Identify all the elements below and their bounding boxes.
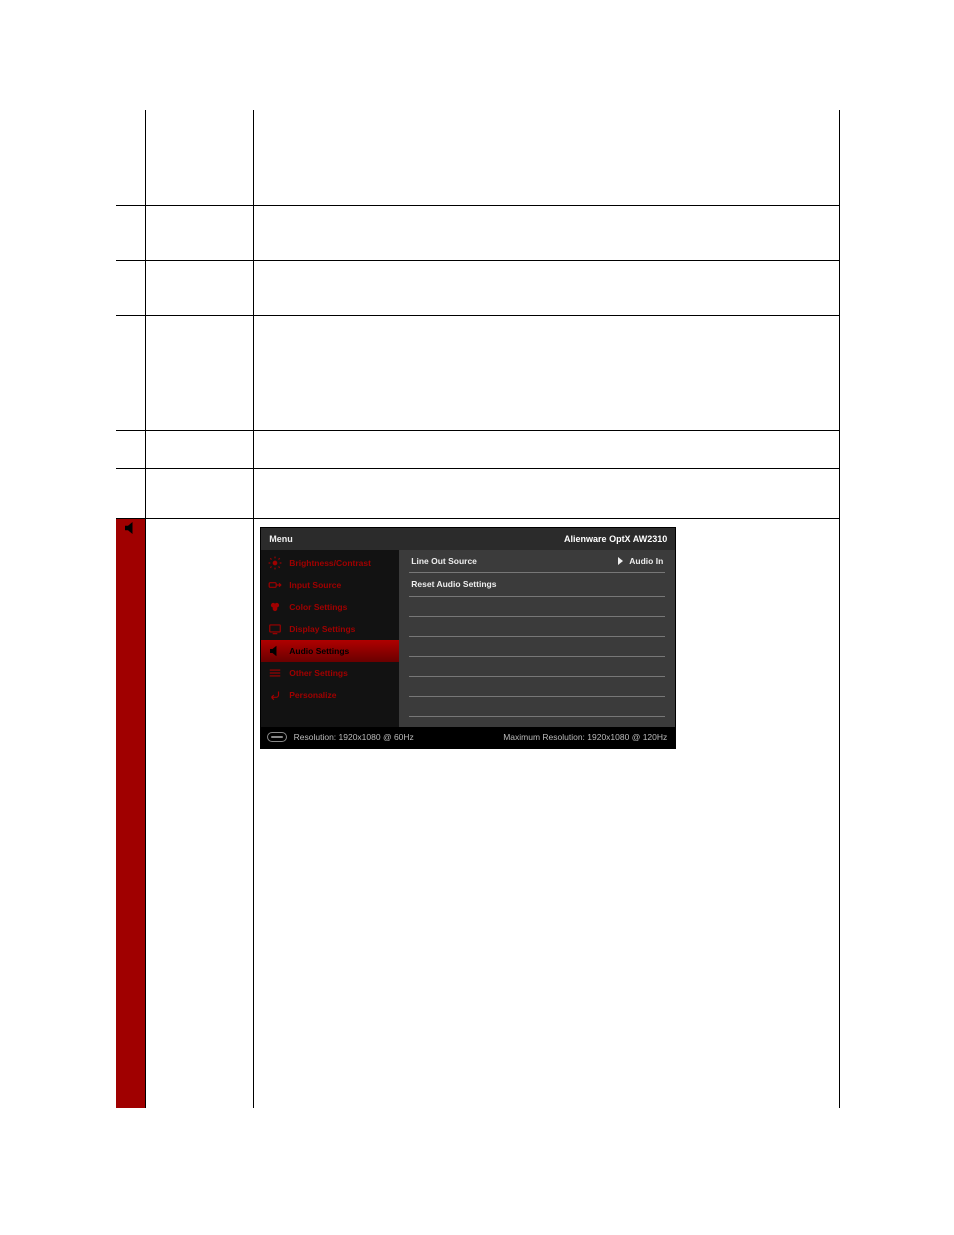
- osd-options-panel: Line Out Source Audio In Reset Audio Set…: [399, 550, 675, 726]
- sidebar-item-color[interactable]: Color Settings: [261, 596, 399, 618]
- sidebar-item-label: Brightness/Contrast: [289, 558, 371, 568]
- osd-option-empty: [409, 637, 665, 657]
- display-icon: [267, 622, 283, 636]
- row-category-icon-cell: [116, 518, 146, 1108]
- sidebar-item-display[interactable]: Display Settings: [261, 618, 399, 640]
- osd-option-empty: [409, 657, 665, 677]
- osd-model: Alienware OptX AW2310: [564, 534, 667, 545]
- cell-icon: [116, 110, 146, 205]
- sliders-icon: [267, 666, 283, 680]
- cell-content: [254, 315, 840, 430]
- cell-label: [146, 315, 254, 430]
- cell-osd-container: Menu Alienware OptX AW2310 Brightness/Co…: [254, 518, 840, 1108]
- input-icon: [267, 578, 283, 592]
- resolution-icon: [267, 732, 287, 742]
- osd-option-label: Reset Audio Settings: [411, 579, 496, 589]
- osd-option-line-out-source[interactable]: Line Out Source Audio In: [409, 550, 665, 573]
- cell-label: [146, 430, 254, 468]
- osd-body: Brightness/Contrast Input Source Color S…: [261, 550, 675, 726]
- sidebar-item-label: Other Settings: [289, 668, 348, 678]
- sidebar-item-audio[interactable]: Audio Settings: [261, 640, 399, 662]
- osd-option-empty: [409, 597, 665, 617]
- osd-option-value: Audio In: [629, 556, 663, 566]
- back-arrow-icon: [267, 688, 283, 702]
- osd-current-resolution: Resolution: 1920x1080 @ 60Hz: [267, 732, 414, 743]
- sidebar-item-label: Audio Settings: [289, 646, 349, 656]
- sidebar-item-label: Input Source: [289, 580, 341, 590]
- osd-option-empty: [409, 677, 665, 697]
- osd-option-empty: [409, 697, 665, 717]
- sidebar-item-personalize[interactable]: Personalize: [261, 684, 399, 706]
- osd-header: Menu Alienware OptX AW2310: [261, 528, 675, 551]
- cell-icon: [116, 468, 146, 518]
- sidebar-item-brightness[interactable]: Brightness/Contrast: [261, 552, 399, 574]
- osd-panel: Menu Alienware OptX AW2310 Brightness/Co…: [260, 527, 676, 750]
- cell-content: [254, 468, 840, 518]
- sidebar-item-label: Personalize: [289, 690, 336, 700]
- brightness-icon: [267, 556, 283, 570]
- osd-option-label: Line Out Source: [411, 556, 477, 566]
- cell-content: [254, 110, 840, 205]
- color-icon: [267, 600, 283, 614]
- osd-footer: Resolution: 1920x1080 @ 60Hz Maximum Res…: [261, 727, 675, 749]
- osd-sidebar: Brightness/Contrast Input Source Color S…: [261, 550, 399, 726]
- cell-icon: [116, 430, 146, 468]
- caret-right-icon: [618, 557, 623, 565]
- cell-label: [146, 260, 254, 315]
- cell-icon: [116, 260, 146, 315]
- osd-max-resolution: Maximum Resolution: 1920x1080 @ 120Hz: [503, 732, 667, 742]
- sidebar-item-label: Display Settings: [289, 624, 355, 634]
- osd-option-reset-audio[interactable]: Reset Audio Settings: [409, 573, 665, 596]
- osd-option-empty: [409, 617, 665, 637]
- cell-content: [254, 260, 840, 315]
- sidebar-item-other[interactable]: Other Settings: [261, 662, 399, 684]
- speaker-icon: [122, 528, 140, 540]
- cell-content: [254, 205, 840, 260]
- osd-menu-label: Menu: [269, 534, 293, 545]
- doc-settings-table: Menu Alienware OptX AW2310 Brightness/Co…: [116, 110, 840, 1108]
- sidebar-item-input-source[interactable]: Input Source: [261, 574, 399, 596]
- sidebar-item-label: Color Settings: [289, 602, 347, 612]
- cell-label: [146, 468, 254, 518]
- cell-label: [146, 110, 254, 205]
- cell-content: [254, 430, 840, 468]
- cell-icon: [116, 315, 146, 430]
- speaker-icon: [267, 644, 283, 658]
- cell-icon: [116, 205, 146, 260]
- cell-label: [146, 518, 254, 1108]
- cell-label: [146, 205, 254, 260]
